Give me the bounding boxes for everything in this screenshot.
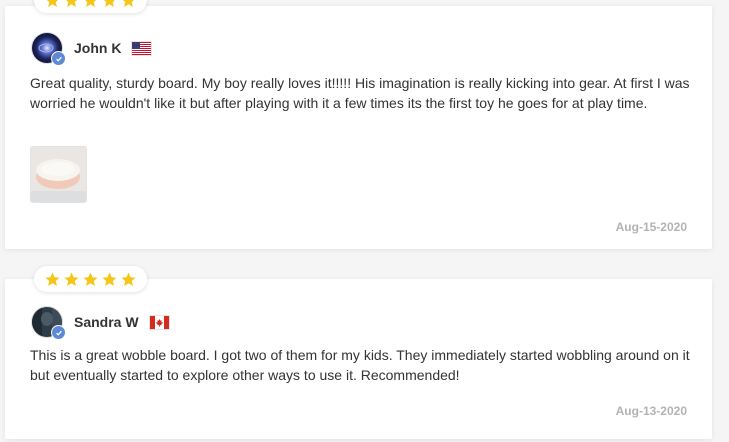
review-photo-thumbnail[interactable] (30, 146, 87, 203)
ca-flag-icon (148, 314, 170, 330)
star-rating (34, 0, 147, 13)
review-text: This is a great wobble board. I got two … (30, 347, 690, 383)
star-icon (63, 271, 80, 288)
review-date: Aug-13-2020 (615, 404, 687, 418)
star-icon (101, 0, 118, 9)
review-card: John K Great quality, sturdy board. My b… (5, 0, 712, 249)
star-icon (63, 0, 80, 9)
star-icon (82, 271, 99, 288)
reviewer-header: John K (31, 32, 153, 66)
star-icon (120, 0, 137, 9)
star-icon (101, 271, 118, 288)
verified-badge-icon (51, 51, 66, 66)
star-icon (44, 0, 61, 9)
star-icon (82, 0, 99, 9)
star-icon (44, 271, 61, 288)
review-date: Aug-15-2020 (615, 220, 687, 234)
avatar (31, 32, 66, 66)
reviewer-header: Sandra W (31, 306, 170, 340)
star-rating (34, 266, 147, 292)
reviewer-name: John K (74, 40, 122, 56)
review-text: Great quality, sturdy board. My boy real… (30, 75, 690, 111)
avatar (31, 306, 66, 340)
verified-badge-icon (51, 325, 66, 340)
review-card: Sandra W This is a great wobble board. I… (5, 266, 712, 439)
star-icon (120, 271, 137, 288)
reviewer-name: Sandra W (74, 314, 139, 330)
us-flag-icon (131, 40, 153, 56)
